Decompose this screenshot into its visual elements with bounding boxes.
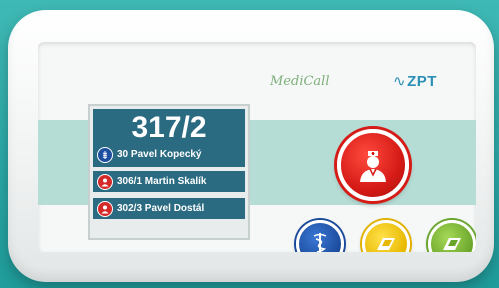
product-name: MediCall <box>270 74 330 89</box>
call-row[interactable]: 302/3 Pavel Dostál <box>93 198 245 219</box>
call-row-label: 30 Pavel Kopecký <box>117 149 202 160</box>
wave-icon: ∿ <box>393 73 407 90</box>
doctor-button[interactable] <box>296 220 344 252</box>
nurse-icon <box>97 173 113 190</box>
bed-icon <box>443 238 461 250</box>
call-row-label: 306/1 Martin Skalík <box>117 176 207 187</box>
nurse-icon <box>360 151 386 182</box>
bed-button-green[interactable] <box>428 220 476 252</box>
bed-icon <box>377 238 395 250</box>
caduceus-icon <box>313 233 327 252</box>
call-row-label: 302/3 Pavel Dostál <box>117 203 205 214</box>
room-number: 317/2 <box>131 111 207 144</box>
call-row[interactable]: 30 Pavel Kopecký <box>93 144 245 165</box>
maker-logo: ∿ZPT <box>393 72 437 90</box>
nurse-call-button[interactable] <box>337 129 409 201</box>
bed-button-yellow[interactable] <box>362 220 410 252</box>
front-panel: MediCall ∿ZPT 317/2 30 Pavel Kopecký 306… <box>38 42 476 252</box>
display-screen: 317/2 30 Pavel Kopecký 306/1 Martin Skal… <box>88 104 250 240</box>
call-row[interactable]: 306/1 Martin Skalík <box>93 171 245 192</box>
maker-name: ZPT <box>407 73 437 90</box>
caduceus-icon <box>97 146 113 163</box>
intercom-device: MediCall ∿ZPT 317/2 30 Pavel Kopecký 306… <box>8 10 494 282</box>
nurse-icon <box>97 200 113 217</box>
